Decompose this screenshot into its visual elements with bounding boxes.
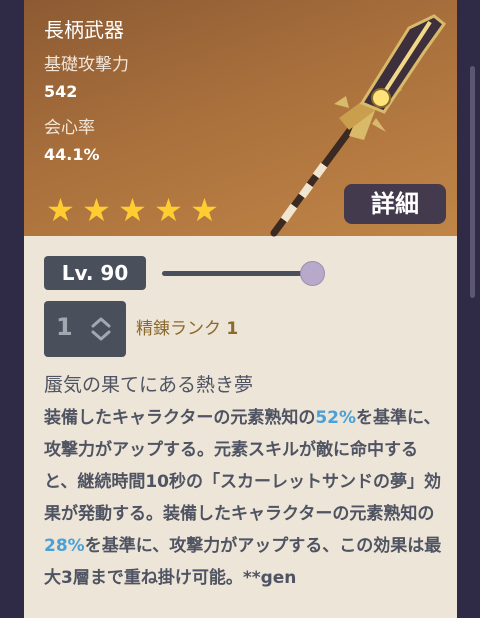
refine-rank-text: 精錬ランク bbox=[136, 319, 221, 339]
star-icon: ★ bbox=[118, 191, 147, 229]
detail-button[interactable]: 詳細 bbox=[344, 184, 446, 224]
base-atk-label: 基礎攻撃力 bbox=[44, 55, 129, 75]
passive-title: 蜃気の果てにある熱き夢 bbox=[44, 374, 254, 396]
refine-current-value: 1 bbox=[56, 313, 73, 341]
star-icon: ★ bbox=[154, 191, 183, 229]
base-atk-value: 542 bbox=[44, 82, 78, 101]
refine-rank-label: 精錬ランク 1 bbox=[136, 314, 238, 339]
desc-part-3: を基準に、攻撃力がアップする、この効果は最大3層まで重ね掛け可能。**gen bbox=[44, 536, 442, 588]
rarity-stars: ★ ★ ★ ★ ★ bbox=[44, 194, 221, 227]
crit-rate-label: 会心率 bbox=[44, 118, 95, 138]
scrollbar[interactable] bbox=[470, 66, 475, 298]
level-slider-thumb[interactable] bbox=[300, 261, 325, 286]
desc-value-2: 28% bbox=[44, 536, 85, 556]
level-badge: Lv. 90 bbox=[44, 256, 146, 290]
chevron-updown-icon bbox=[91, 317, 111, 341]
star-icon: ★ bbox=[190, 191, 219, 229]
refine-rank-value: 1 bbox=[226, 319, 239, 339]
crit-rate-value: 44.1% bbox=[44, 145, 100, 164]
weapon-card: 長柄武器 基礎攻撃力 542 会心率 44.1% ★ ★ ★ ★ ★ 詳細 Lv… bbox=[24, 0, 457, 618]
desc-value-1: 52% bbox=[315, 408, 357, 428]
star-icon: ★ bbox=[82, 191, 111, 229]
level-slider-track[interactable] bbox=[162, 271, 312, 276]
passive-description: 装備したキャラクターの元素熟知の52%を基準に、攻撃力がアップする。元素スキルが… bbox=[44, 402, 444, 594]
refine-selector[interactable]: 1 bbox=[44, 301, 126, 357]
weapon-header: 長柄武器 基礎攻撃力 542 会心率 44.1% ★ ★ ★ ★ ★ 詳細 bbox=[24, 0, 457, 237]
desc-part-1: 装備したキャラクターの元素熟知の bbox=[44, 408, 316, 428]
star-icon: ★ bbox=[46, 191, 75, 229]
weapon-type: 長柄武器 bbox=[44, 18, 124, 42]
